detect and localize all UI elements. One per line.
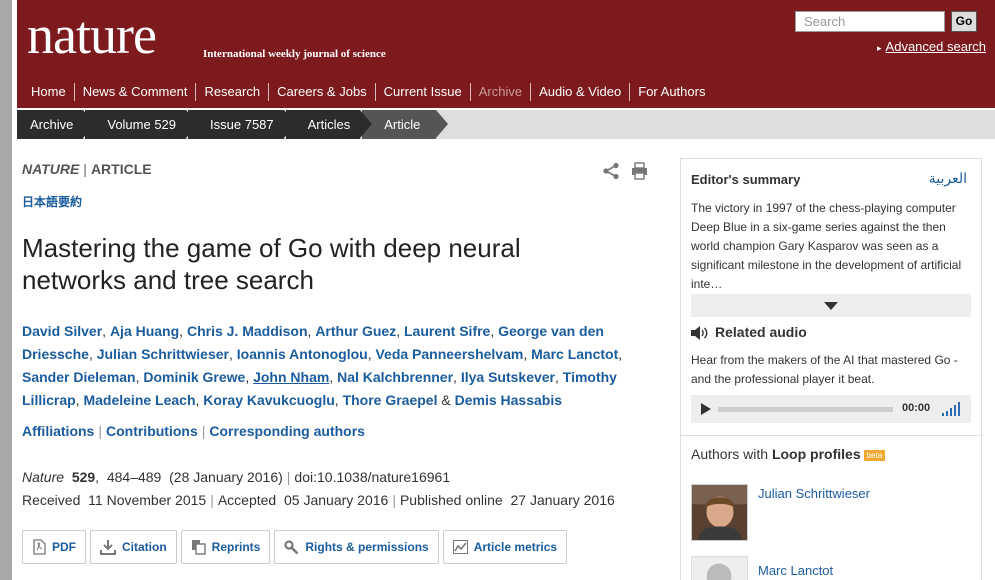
author-info-links: Affiliations | Contributions | Corresponding…: [22, 423, 365, 439]
reprints-icon: [191, 540, 206, 555]
article-type-label: ARTICLE: [90, 161, 152, 177]
author-link[interactable]: Thore Graepel: [343, 392, 438, 408]
tagline: International weekly journal of science: [203, 48, 386, 60]
beta-badge: beta: [863, 449, 886, 461]
author-link[interactable]: Aja Huang: [110, 323, 179, 339]
editors-summary-panel: Editor's summary العربية The victory in …: [680, 158, 983, 580]
profile-name-link[interactable]: Marc Lanctot: [758, 563, 833, 578]
author-link[interactable]: Sander Dieleman: [22, 369, 136, 385]
nav-careers-jobs[interactable]: Careers & Jobs: [268, 83, 375, 101]
main-nav: Home News & Comment Research Careers & J…: [22, 82, 713, 102]
author-link[interactable]: Veda Panneershelvam: [375, 346, 523, 362]
japanese-summary-link[interactable]: 日本語要約: [22, 193, 82, 210]
summary-text: The victory in 1997 of the chess-playing…: [691, 201, 962, 291]
search-input[interactable]: Search: [795, 11, 945, 32]
author-link[interactable]: Ilya Sutskever: [461, 369, 555, 385]
masthead: nature International weekly journal of s…: [17, 0, 995, 108]
author-link[interactable]: Marc Lanctot: [531, 346, 618, 362]
author-link[interactable]: Laurent Sifre: [404, 323, 490, 339]
citation-info: Nature 529, 484–489 (28 January 2016) | do…: [22, 466, 615, 512]
chevron-down-icon: [824, 302, 838, 310]
expand-summary-button[interactable]: [691, 294, 971, 317]
reprints-button[interactable]: Reprints: [180, 530, 271, 564]
wrench-icon: [284, 539, 299, 554]
citation-button[interactable]: Citation: [90, 530, 177, 564]
author-link[interactable]: John Nham: [253, 369, 329, 385]
divider: [681, 435, 983, 436]
doi: doi:10.1038/nature16961: [294, 469, 451, 485]
author-link[interactable]: Dominik Grewe: [143, 369, 245, 385]
author-link[interactable]: Koray Kavukcuoglu: [203, 392, 334, 408]
page: nature International weekly journal of s…: [12, 0, 995, 580]
breadcrumb-articles[interactable]: Articles: [285, 110, 372, 139]
affiliations-link[interactable]: Affiliations: [22, 423, 94, 439]
journal-name: NATURE: [22, 161, 80, 177]
advanced-search-link[interactable]: ▸ Advanced search: [877, 39, 986, 54]
nav-home[interactable]: Home: [22, 83, 74, 101]
rights-permissions-button[interactable]: Rights & permissions: [274, 530, 439, 564]
nav-news-comment[interactable]: News & Comment: [73, 83, 196, 101]
author-link[interactable]: Julian Schrittwieser: [97, 346, 229, 362]
avatar[interactable]: [691, 556, 748, 580]
related-audio-heading: Related audio: [715, 324, 807, 340]
audio-player: 00:00: [691, 395, 971, 423]
audio-seek-bar[interactable]: [718, 407, 893, 412]
nav-research[interactable]: Research: [195, 83, 268, 101]
article-metrics-button[interactable]: Article metrics: [442, 530, 568, 564]
play-icon[interactable]: [701, 403, 711, 415]
author-link[interactable]: Demis Hassabis: [455, 392, 562, 408]
breadcrumb: Archive Volume 529 Issue 7587 Articles A…: [17, 110, 995, 139]
audio-time: 00:00: [902, 402, 931, 414]
breadcrumb-article: Article: [362, 110, 449, 139]
editors-summary-heading: Editor's summary: [691, 172, 801, 187]
nature-logo[interactable]: nature: [27, 8, 157, 62]
article-title: Mastering the game of Go with deep neura…: [22, 233, 521, 295]
speaker-icon: [691, 326, 708, 340]
author-link[interactable]: Nal Kalchbrenner: [337, 369, 453, 385]
loop-profiles-heading: Authors with Loop profiles beta: [691, 446, 886, 462]
audio-description: Hear from the makers of the AI that mast…: [691, 353, 958, 386]
author-link[interactable]: Ioannis Antonoglou: [237, 346, 368, 362]
volume-icon[interactable]: [941, 401, 963, 417]
author-list: David Silver, Aja Huang, Chris J. Maddis…: [22, 323, 623, 408]
pdf-button[interactable]: PDF: [22, 530, 86, 564]
go-button[interactable]: Go: [951, 11, 977, 32]
corresponding-authors-link[interactable]: Corresponding authors: [209, 423, 365, 439]
citation-line: Nature 529, 484–489 (28 January 2016) | do…: [22, 469, 451, 485]
share-icon[interactable]: [602, 162, 620, 180]
breadcrumb-archive[interactable]: Archive: [17, 110, 96, 139]
author-link[interactable]: Chris J. Maddison: [187, 323, 308, 339]
dates-line: Received 11 November 2015 | Accepted 05 Ja…: [22, 492, 615, 508]
nav-for-authors[interactable]: For Authors: [629, 83, 713, 101]
author-link[interactable]: Madeleine Leach: [83, 392, 195, 408]
arabic-link[interactable]: العربية: [929, 170, 967, 187]
author-link[interactable]: Arthur Guez: [315, 323, 396, 339]
article-toolbar: PDF Citation Reprints Rights & permissio…: [22, 530, 571, 564]
breadcrumb-issue[interactable]: Issue 7587: [188, 110, 296, 139]
download-icon: [100, 540, 116, 555]
article-type: NATURE | ARTICLE: [22, 161, 152, 177]
nav-current-issue[interactable]: Current Issue: [374, 83, 470, 101]
breadcrumb-volume[interactable]: Volume 529: [85, 110, 198, 139]
print-icon[interactable]: [631, 162, 648, 180]
contributions-link[interactable]: Contributions: [106, 423, 198, 439]
profile-name-link[interactable]: Julian Schrittwieser: [758, 486, 870, 501]
pdf-icon: [33, 539, 46, 555]
chart-icon: [452, 540, 468, 554]
author-link[interactable]: David Silver: [22, 323, 102, 339]
arrow-right-icon: ▸: [877, 43, 882, 53]
avatar[interactable]: [691, 484, 748, 541]
nav-archive[interactable]: Archive: [469, 83, 530, 101]
nav-audio-video[interactable]: Audio & Video: [530, 83, 629, 101]
